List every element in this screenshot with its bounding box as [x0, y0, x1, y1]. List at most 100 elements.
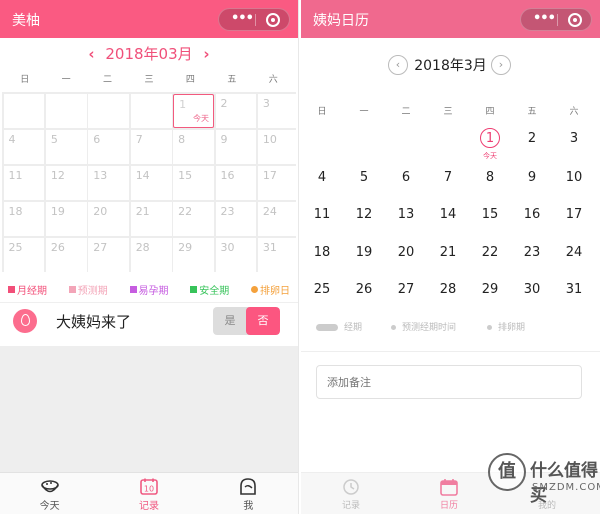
legend-swatch [190, 285, 198, 293]
calendar-day[interactable]: 22 [469, 245, 511, 260]
calendar-day[interactable]: 26 [343, 282, 385, 297]
calendar-day[interactable]: 2 [215, 93, 257, 129]
calendar-day[interactable]: 19 [343, 245, 385, 260]
calendar-day[interactable]: 31 [553, 282, 595, 297]
next-month-button[interactable]: › [491, 55, 511, 75]
calendar-day[interactable]: 3 [553, 131, 595, 146]
calendar-day[interactable]: 4 [301, 170, 343, 185]
calendar-day[interactable]: 27 [88, 237, 130, 273]
close-target-icon[interactable] [266, 13, 280, 27]
calendar-day[interactable]: 3 [257, 93, 298, 129]
calendar-day[interactable]: 11 [3, 165, 45, 201]
day-number: 16 [220, 168, 235, 182]
calendar-day[interactable]: 25 [301, 282, 343, 297]
calendar-day[interactable]: 23 [511, 245, 553, 260]
calendar-day[interactable]: 4 [3, 129, 45, 165]
weekday-label: 二 [401, 107, 411, 117]
calendar-day[interactable]: 9 [215, 129, 257, 165]
calendar-day[interactable]: 23 [215, 201, 257, 237]
calendar-10-icon: 10 [140, 478, 158, 495]
weekday-header: 日 一 二 三 四 五 六 [0, 70, 298, 90]
toggle-no-option[interactable]: 否 [246, 307, 280, 335]
calendar-day[interactable]: 20 [88, 201, 130, 237]
month-header: ‹ 2018年3月 › [301, 38, 600, 92]
tab-record[interactable]: 记录 [311, 473, 391, 514]
calendar-day[interactable]: 10 [553, 170, 595, 185]
calendar-day[interactable]: 7 [427, 170, 469, 185]
calendar-day[interactable]: 15 [173, 165, 214, 201]
calendar-day[interactable]: 12 [343, 207, 385, 222]
calendar-day[interactable]: 28 [427, 282, 469, 297]
watermark-logo: 值 [488, 453, 526, 491]
today-tag: 今天 [192, 114, 209, 124]
weekday-label: 四 [185, 75, 195, 85]
calendar-day[interactable]: 13 [88, 165, 130, 201]
calendar-day[interactable]: 2 [511, 131, 553, 146]
calendar-day[interactable]: 12 [45, 165, 87, 201]
calendar-day[interactable]: 16 [215, 165, 257, 201]
calendar-day[interactable]: 17 [257, 165, 298, 201]
weekday-label: 五 [227, 75, 237, 85]
calendar-day[interactable]: 25 [3, 237, 45, 273]
calendar-day[interactable]: 22 [173, 201, 214, 237]
calendar-day[interactable]: 5 [343, 170, 385, 185]
more-dots-icon[interactable]: ••• [231, 11, 254, 26]
legend-label: 易孕期 [138, 285, 169, 297]
calendar-day[interactable]: 29 [173, 237, 214, 273]
calendar-day[interactable]: 8 [469, 170, 511, 185]
calendar-day[interactable]: 30 [215, 237, 257, 273]
calendar-day[interactable]: 18 [301, 245, 343, 260]
toggle-yes-option[interactable]: 是 [213, 307, 247, 335]
calendar-day[interactable]: 14 [427, 207, 469, 222]
calendar-day[interactable]: 13 [385, 207, 427, 222]
calendar-day[interactable]: 19 [45, 201, 87, 237]
calendar-day[interactable]: 21 [130, 201, 172, 237]
calendar-day[interactable]: 7 [130, 129, 172, 165]
calendar-day[interactable]: 18 [3, 201, 45, 237]
calendar-day[interactable]: 1 今天 [173, 93, 214, 129]
tab-me[interactable]: 我 [199, 473, 298, 514]
calendar-day[interactable]: 6 [385, 170, 427, 185]
calendar-day[interactable]: 9 [511, 170, 553, 185]
calendar-day[interactable]: 14 [130, 165, 172, 201]
calendar-day[interactable]: 5 [45, 129, 87, 165]
app-title: 美柚 [12, 13, 40, 29]
tab-today[interactable]: 今天 [0, 473, 99, 514]
more-dots-icon[interactable]: ••• [533, 11, 556, 26]
legend-item: 排卵期 [487, 320, 525, 333]
mini-program-capsule: ••• [218, 8, 290, 31]
calendar-day[interactable]: 16 [511, 207, 553, 222]
legend-item: 安全期 [190, 282, 229, 297]
prev-month-button[interactable]: ‹ [82, 38, 100, 70]
calendar-day[interactable]: 29 [469, 282, 511, 297]
day-number: 4 [8, 132, 16, 146]
calendar-empty-cell [130, 93, 172, 129]
calendar-day[interactable]: 24 [553, 245, 595, 260]
next-month-button[interactable]: › [197, 38, 215, 70]
calendar-day[interactable]: 28 [130, 237, 172, 273]
calendar-day[interactable]: 20 [385, 245, 427, 260]
tab-record[interactable]: 10 记录 [99, 473, 198, 514]
calendar-day[interactable]: 30 [511, 282, 553, 297]
day-number: 8 [178, 132, 186, 146]
calendar-day[interactable]: 1 [469, 131, 511, 146]
legend-swatch [129, 285, 137, 293]
month-header: ‹ 2018年03月 › [0, 38, 298, 70]
calendar-day[interactable]: 17 [553, 207, 595, 222]
calendar-day[interactable]: 8 [173, 129, 214, 165]
calendar-day[interactable]: 15 [469, 207, 511, 222]
calendar-day[interactable]: 31 [257, 237, 298, 273]
note-input[interactable] [316, 365, 582, 399]
calendar-day[interactable]: 26 [45, 237, 87, 273]
tab-calendar[interactable]: 日历 [409, 473, 489, 514]
calendar-day[interactable]: 21 [427, 245, 469, 260]
calendar-day[interactable]: 10 [257, 129, 298, 165]
close-target-icon[interactable] [568, 13, 582, 27]
calendar-day[interactable]: 6 [88, 129, 130, 165]
calendar-day[interactable]: 11 [301, 207, 343, 222]
calendar-day[interactable]: 24 [257, 201, 298, 237]
period-toggle[interactable]: 是 否 [213, 307, 280, 335]
calendar-day[interactable]: 27 [385, 282, 427, 297]
day-number: 23 [220, 204, 235, 218]
left-title-bar: 美柚 ••• [0, 0, 298, 38]
